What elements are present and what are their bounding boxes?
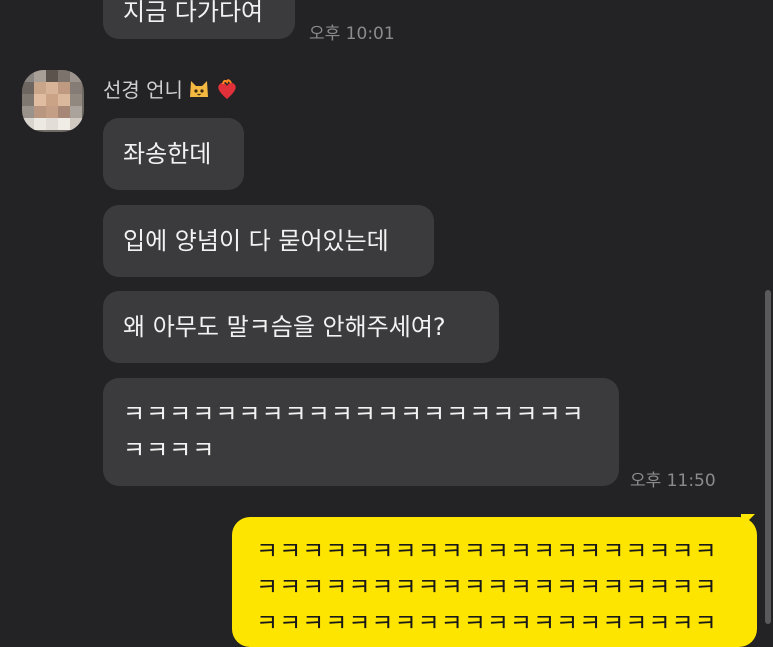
message-text: 입에 양념이 다 묻어있는데	[123, 227, 389, 255]
message-text-line: ㅋㅋㅋㅋㅋㅋㅋㅋㅋㅋㅋㅋㅋㅋㅋㅋㅋㅋㅋㅋ	[256, 609, 718, 637]
message-text-line: ㅋㅋㅋㅋㅋㅋㅋㅋㅋㅋㅋㅋㅋㅋㅋㅋㅋㅋㅋㅋ	[123, 400, 585, 428]
message-bubble[interactable]: 왜 아무도 말ㅋ슴을 안해주세여?	[103, 291, 499, 363]
message-time: 오후 10:01	[309, 24, 395, 44]
message-text-line: ㅋㅋㅋㅋ	[123, 436, 216, 464]
message-time: 오후 11:50	[630, 471, 716, 491]
message-text: 좌송한데	[123, 140, 212, 168]
scrollbar[interactable]	[765, 290, 771, 624]
heart-on-fire-icon	[215, 77, 239, 101]
message-text: 지금 다가다여	[123, 0, 264, 26]
message-text-line: ㅋㅋㅋㅋㅋㅋㅋㅋㅋㅋㅋㅋㅋㅋㅋㅋㅋㅋㅋㅋ	[256, 537, 718, 565]
message-bubble[interactable]: 입에 양념이 다 묻어있는데	[103, 205, 434, 277]
cat-face-icon	[187, 77, 211, 101]
message-text-line: ㅋㅋㅋㅋㅋㅋㅋㅋㅋㅋㅋㅋㅋㅋㅋㅋㅋㅋㅋㅋ	[256, 573, 718, 601]
message-bubble[interactable]: ㅋㅋㅋㅋㅋㅋㅋㅋㅋㅋㅋㅋㅋㅋㅋㅋㅋㅋㅋㅋ ㅋㅋㅋㅋ	[103, 378, 619, 486]
bubble-tail	[741, 514, 755, 528]
sender-name: 선경 언니	[103, 74, 239, 103]
message-text: 왜 아무도 말ㅋ슴을 안해주세여?	[123, 313, 446, 341]
sender-name-text: 선경 언니	[103, 78, 183, 102]
message-bubble-prev[interactable]: 지금 다가다여	[103, 0, 295, 39]
message-bubble[interactable]: 좌송한데	[103, 118, 244, 190]
avatar[interactable]	[22, 70, 84, 132]
my-message-bubble[interactable]: ㅋㅋㅋㅋㅋㅋㅋㅋㅋㅋㅋㅋㅋㅋㅋㅋㅋㅋㅋㅋ ㅋㅋㅋㅋㅋㅋㅋㅋㅋㅋㅋㅋㅋㅋㅋㅋㅋㅋㅋ…	[232, 517, 757, 647]
